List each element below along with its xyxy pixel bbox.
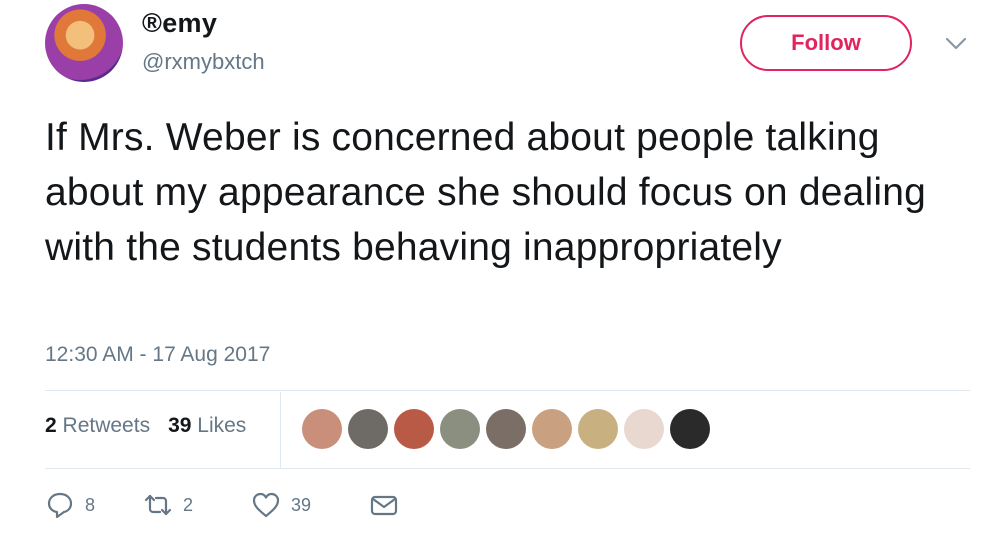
liker-avatar[interactable] [578,409,618,449]
stats-separator [280,392,281,468]
reply-count: 8 [85,494,96,515]
divider [45,390,970,391]
liker-avatar[interactable] [670,409,710,449]
tweet-timestamp[interactable]: 12:30 AM - 17 Aug 2017 [45,343,270,367]
divider [45,468,970,469]
liker-avatar[interactable] [348,409,388,449]
tweet-text: If Mrs. Weber is concerned about people … [45,116,927,269]
user-handle[interactable]: @rxmybxtch [142,49,265,75]
envelope-icon [370,495,398,516]
tweet-stats: 2 Retweets 39 Likes [45,414,246,438]
retweets-label: Retweets [62,414,151,437]
liker-avatar[interactable] [394,409,434,449]
user-avatar[interactable] [45,4,123,82]
retweets-count: 2 [45,414,57,437]
retweet-icon [144,494,172,516]
liker-avatar[interactable] [624,409,664,449]
display-name[interactable]: ®emy [142,8,217,39]
liker-avatar[interactable] [532,409,572,449]
liker-avatar[interactable] [302,409,342,449]
reply-button[interactable]: 8 [45,490,95,520]
likes-label: Likes [197,414,247,437]
chevron-down-icon[interactable] [944,36,968,52]
liker-avatar[interactable] [440,409,480,449]
liker-avatar[interactable] [486,409,526,449]
liker-avatars [302,409,710,449]
like-button[interactable]: 39 [251,490,311,520]
follow-button[interactable]: Follow [740,15,912,71]
direct-message-button[interactable] [369,490,399,520]
likes-count: 39 [168,414,192,437]
retweet-button[interactable]: 2 [143,490,193,520]
reply-icon [47,492,73,519]
likes-stat[interactable]: 39 Likes [168,414,246,438]
heart-icon [252,492,280,518]
tweet-actions: 8 2 39 [45,490,399,520]
retweets-stat[interactable]: 2 Retweets [45,414,150,438]
like-count: 39 [291,494,312,515]
retweet-count: 2 [183,494,194,515]
